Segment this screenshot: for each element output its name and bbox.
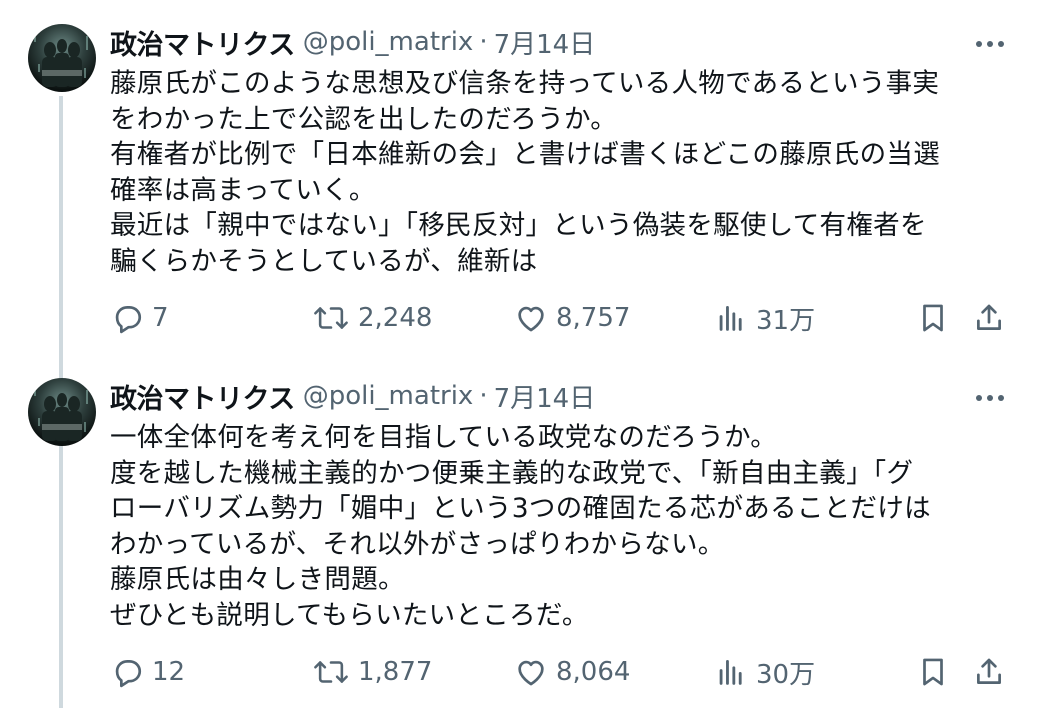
reply-button[interactable]: 7 xyxy=(110,298,169,338)
like-icon xyxy=(518,306,544,332)
tweet-text-line: 一体全体何を考え何を目指している政党なのだろうか。 xyxy=(110,422,778,453)
tweet-text-line: 騙くらかそうとしているが、維新は xyxy=(110,245,538,277)
tweet-text-line: 最近は「親中ではない」「移民反対」という偽装を駆使して有権者を xyxy=(110,210,927,242)
author-handle[interactable]: @poli_matrix xyxy=(303,381,474,411)
avatar[interactable] xyxy=(28,24,96,92)
reply-count: 12 xyxy=(152,657,186,687)
retweet-icon xyxy=(314,307,348,329)
retweet-icon xyxy=(314,661,348,683)
tweet-text-line: わかっているが、それ以外がさっぱりわからない。 xyxy=(110,528,725,560)
more-button[interactable] xyxy=(972,26,1008,62)
share-icon xyxy=(977,304,1001,330)
avatar[interactable] xyxy=(28,378,96,446)
reply-icon xyxy=(115,660,142,688)
matrix-avatar-icon xyxy=(34,32,88,87)
views-button[interactable]: 30万 xyxy=(714,652,815,692)
action-bar: 7 2,248 8,757 31万 xyxy=(110,298,1020,338)
bookmark-icon xyxy=(923,658,943,686)
more-button[interactable] xyxy=(972,380,1008,416)
share-icon xyxy=(977,658,1001,684)
tweet-text-line: ローバリズム勢力「媚中」という3つの確固たる芯があることだけは xyxy=(110,493,931,525)
tweet-text-line: 確率は高まっていく。 xyxy=(110,174,376,206)
tweet-text-line: ぜひとも説明してもらいたいところだ。 xyxy=(110,599,589,631)
views-button[interactable]: 31万 xyxy=(714,298,815,338)
share-button[interactable] xyxy=(972,652,1006,692)
like-count: 8,064 xyxy=(556,657,631,687)
views-icon xyxy=(719,305,742,331)
tweet-text: 一体全体何を考え何を目指している政党なのだろうか。 度を越した機械主義的かつ便乗… xyxy=(110,420,1020,634)
tweet-text-line: をわかった上で公認を出したのだろうか。 xyxy=(110,103,618,135)
bookmark-button[interactable] xyxy=(916,298,950,338)
tweet-header: 政治マトリクス @poli_matrix · 7月14日 xyxy=(110,377,596,416)
tweet-text: 藤原氏がこのような思想及び信条を持っている人物であるという事実 をわかった上で公… xyxy=(110,66,1020,280)
separator-dot: · xyxy=(479,27,488,57)
matrix-avatar-icon xyxy=(34,386,88,441)
like-count: 8,757 xyxy=(556,303,631,333)
like-button[interactable]: 8,757 xyxy=(514,298,630,338)
reply-icon xyxy=(115,306,142,334)
author-handle[interactable]: @poli_matrix xyxy=(303,27,474,57)
tweet-date[interactable]: 7月14日 xyxy=(494,378,596,415)
tweet-text-line: 度を越した機械主義的かつ便乗主義的な政党で、「新自由主義」「グ xyxy=(110,457,914,489)
tweet-text-line: 有権者が比例で「日本維新の会」と書けば書くほどこの藤原氏の当選 xyxy=(110,139,941,171)
bookmark-button[interactable] xyxy=(916,652,950,692)
retweet-button[interactable]: 2,248 xyxy=(312,298,432,338)
tweet-text-line: 藤原氏は由々しき問題。 xyxy=(110,564,405,596)
like-button[interactable]: 8,064 xyxy=(514,652,630,692)
author-name[interactable]: 政治マトリクス xyxy=(110,377,295,416)
author-name[interactable]: 政治マトリクス xyxy=(110,23,295,62)
views-count: 30万 xyxy=(756,659,816,690)
tweet-text-line: 藤原氏がこのような思想及び信条を持っている人物であるという事実 xyxy=(110,68,940,99)
action-bar: 12 1,877 8,064 30万 xyxy=(110,652,1020,692)
share-button[interactable] xyxy=(972,298,1006,338)
more-icon xyxy=(976,41,1004,47)
separator-dot: · xyxy=(479,381,488,411)
views-icon xyxy=(719,659,742,685)
bookmark-icon xyxy=(923,304,943,332)
like-icon xyxy=(518,660,544,686)
reply-button[interactable]: 12 xyxy=(110,652,185,692)
retweet-count: 2,248 xyxy=(358,303,433,333)
more-icon xyxy=(976,395,1004,401)
tweet-date[interactable]: 7月14日 xyxy=(494,24,596,61)
retweet-button[interactable]: 1,877 xyxy=(312,652,432,692)
reply-count: 7 xyxy=(152,303,169,333)
tweet-header: 政治マトリクス @poli_matrix · 7月14日 xyxy=(110,23,596,62)
retweet-count: 1,877 xyxy=(358,657,433,687)
views-count: 31万 xyxy=(756,305,816,336)
